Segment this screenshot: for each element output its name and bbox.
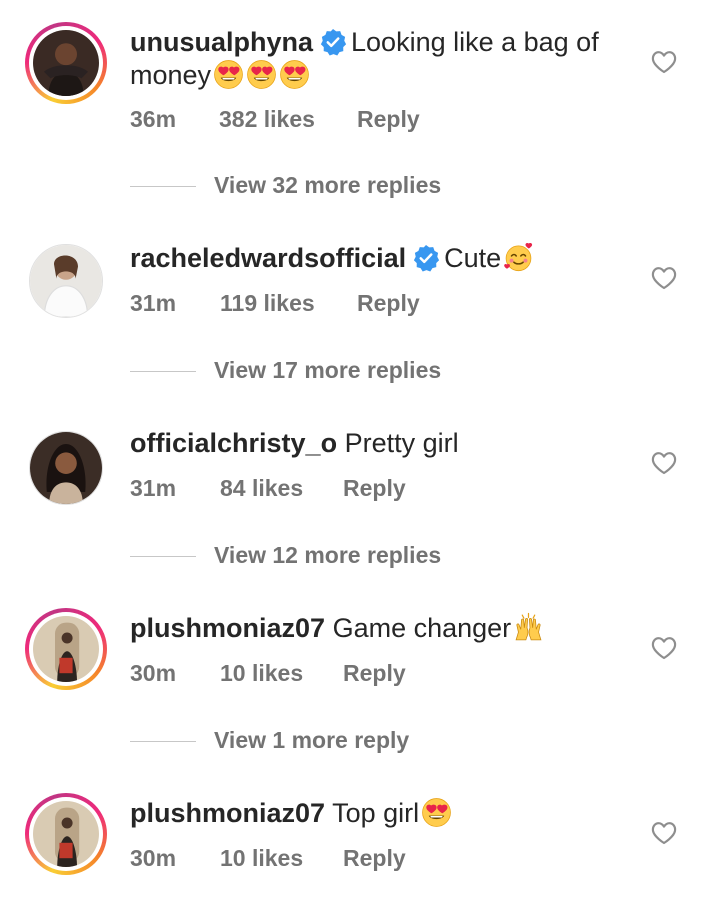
view-replies-button[interactable]: View 32 more replies <box>130 172 610 202</box>
view-replies-label[interactable]: View 17 more replies <box>214 357 441 384</box>
comment-text: racheledwardsofficial Cute <box>130 242 640 275</box>
avatar[interactable] <box>25 22 107 104</box>
likes-count[interactable]: 10 likes <box>220 660 303 687</box>
avatar[interactable] <box>25 608 107 690</box>
view-replies-button[interactable]: View 1 more reply <box>130 727 610 757</box>
replies-divider <box>130 556 196 557</box>
likes-count[interactable]: 382 likes <box>219 106 315 133</box>
view-replies-label[interactable]: View 32 more replies <box>214 172 441 199</box>
avatar[interactable] <box>25 240 107 322</box>
comment-body: Top girl <box>332 798 420 828</box>
like-heart-icon[interactable] <box>651 636 677 660</box>
heart-eyes-emoji-icon <box>421 797 452 828</box>
heart-eyes-emoji-icon <box>246 59 277 90</box>
verified-badge-icon <box>412 244 440 272</box>
heart-eyes-emoji-icon <box>279 59 310 90</box>
comment-text: officialchristy_o Pretty girl <box>130 427 640 460</box>
username[interactable]: racheledwardsofficial <box>130 243 406 273</box>
comment-text: plushmoniaz07 Game changer <box>130 612 640 645</box>
comment-body-line2: money <box>130 60 212 90</box>
heart-eyes-emoji-icon <box>213 59 244 90</box>
timestamp: 30m <box>130 660 177 686</box>
likes-count[interactable]: 119 likes <box>220 290 315 317</box>
comment-body: Game changer <box>332 613 512 643</box>
username[interactable]: plushmoniaz07 <box>130 613 325 643</box>
reply-button[interactable]: Reply <box>343 475 406 502</box>
view-replies-label[interactable]: View 12 more replies <box>214 542 441 569</box>
likes-count[interactable]: 84 likes <box>220 475 303 502</box>
comment-text: unusualphyna Looking like a bag of money <box>130 26 640 92</box>
timestamp: 30m <box>130 845 177 871</box>
like-heart-icon[interactable] <box>651 451 677 475</box>
view-replies-button[interactable]: View 17 more replies <box>130 357 610 387</box>
username[interactable]: officialchristy_o <box>130 428 337 458</box>
smiling-hearts-emoji-icon <box>503 242 534 273</box>
timestamp: 31m <box>130 475 177 501</box>
replies-divider <box>130 371 196 372</box>
reply-button[interactable]: Reply <box>357 106 420 133</box>
reply-button[interactable]: Reply <box>343 660 406 687</box>
avatar[interactable] <box>25 427 107 509</box>
timestamp: 36m <box>130 106 177 132</box>
comment-body: Looking like a bag of <box>351 27 599 57</box>
comment-body: Pretty girl <box>344 428 459 458</box>
avatar[interactable] <box>25 793 107 875</box>
likes-count[interactable]: 10 likes <box>220 845 303 872</box>
username[interactable]: plushmoniaz07 <box>130 798 325 828</box>
replies-divider <box>130 741 196 742</box>
view-replies-button[interactable]: View 12 more replies <box>130 542 610 572</box>
verified-badge-icon <box>319 28 347 56</box>
like-heart-icon[interactable] <box>651 50 677 74</box>
replies-divider <box>130 186 196 187</box>
like-heart-icon[interactable] <box>651 821 677 845</box>
comment-body: Cute <box>444 243 502 273</box>
raising-hands-emoji-icon <box>513 612 544 643</box>
timestamp: 31m <box>130 290 177 316</box>
view-replies-label[interactable]: View 1 more reply <box>214 727 409 754</box>
reply-button[interactable]: Reply <box>357 290 420 317</box>
like-heart-icon[interactable] <box>651 266 677 290</box>
username[interactable]: unusualphyna <box>130 27 313 57</box>
reply-button[interactable]: Reply <box>343 845 406 872</box>
comment-text: plushmoniaz07 Top girl <box>130 797 640 830</box>
